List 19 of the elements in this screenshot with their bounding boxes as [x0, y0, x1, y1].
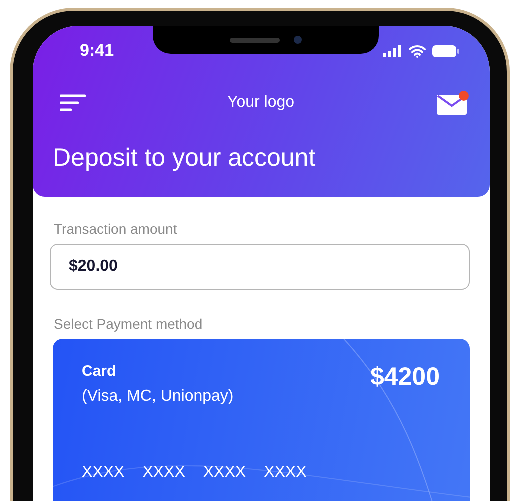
payment-card[interactable]: Card (Visa, MC, Unionpay) $4200 XXXX XXXX XXXX XXXX: [53, 339, 470, 501]
wifi-icon: [409, 44, 426, 58]
mail-icon[interactable]: [436, 90, 470, 116]
card-balance: $4200: [370, 363, 440, 393]
status-time: 9:41: [80, 41, 114, 61]
amount-label: Transaction amount: [54, 221, 178, 237]
card-name: Card: [82, 363, 118, 380]
signal-icon: [383, 45, 403, 57]
app-logo-text: Your logo: [227, 94, 295, 112]
page-title: Deposit to your account: [53, 144, 317, 173]
card-types: (Visa, MC, Unionpay): [82, 388, 234, 406]
card-number-group: XXXX: [264, 464, 307, 482]
amount-field[interactable]: $20.00: [50, 244, 470, 290]
card-number-group: XXXX: [82, 464, 125, 482]
card-number-group: XXXX: [203, 464, 246, 482]
battery-icon: [432, 44, 460, 58]
card-number-group: XXXX: [142, 464, 186, 482]
payment-method-label: Select Payment method: [54, 316, 204, 332]
menu-icon[interactable]: [60, 94, 86, 112]
